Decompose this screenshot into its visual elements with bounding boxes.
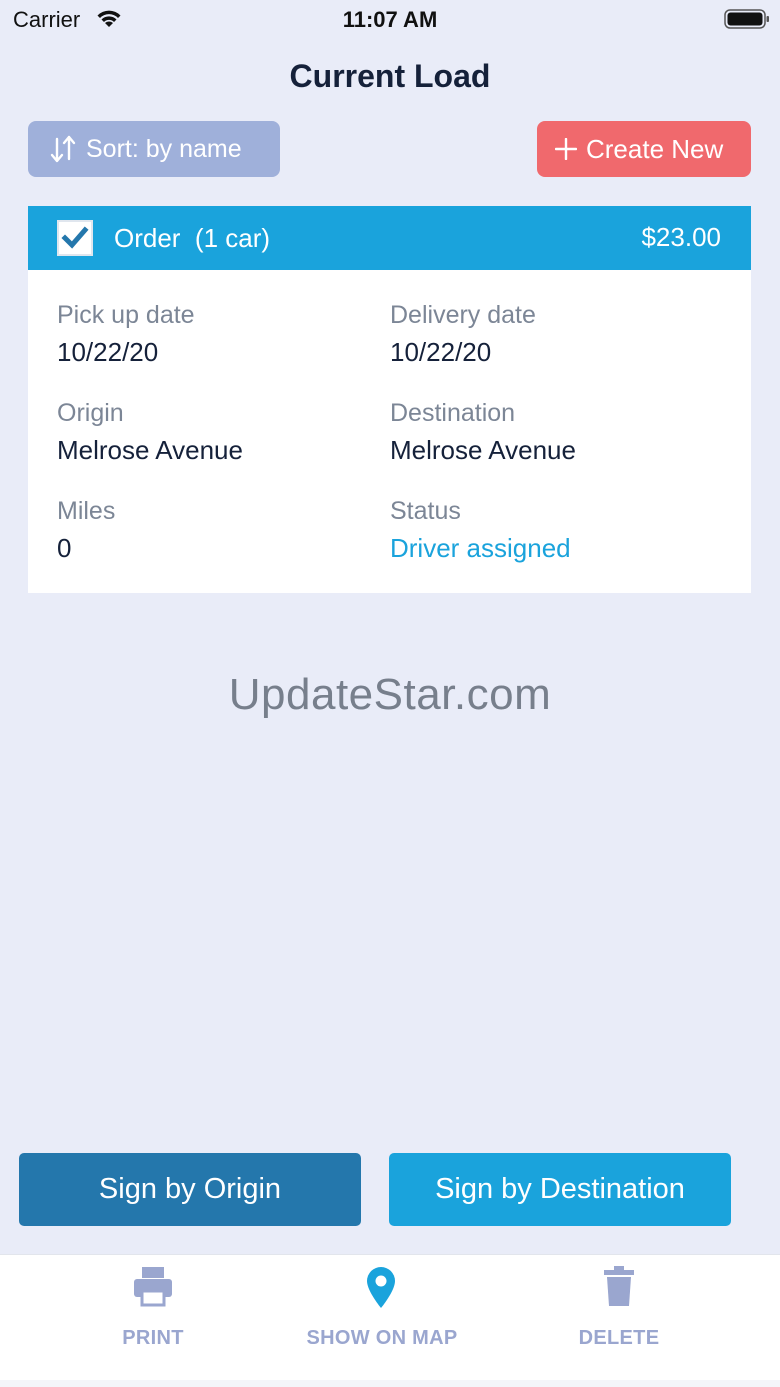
map-pin-icon: [367, 1267, 395, 1308]
clock: 11:07 AM: [342, 7, 438, 32]
pickup-date-field: Pick up date 10/22/20: [57, 300, 195, 367]
destination-value: Melrose Avenue: [390, 435, 576, 465]
home-indicator-area: [0, 1380, 780, 1387]
miles-field: Miles 0: [57, 496, 115, 563]
tab-print[interactable]: PRINT: [93, 1255, 213, 1375]
miles-label: Miles: [57, 497, 116, 525]
watermark: UpdateStar.com: [228, 670, 552, 719]
pickup-date-label: Pick up date: [57, 301, 195, 329]
order-header[interactable]: Order (1 car) $23.00: [28, 206, 751, 270]
origin-value: Melrose Avenue: [57, 435, 243, 465]
tab-delete[interactable]: DELETE: [559, 1255, 679, 1375]
status-value: Driver assigned: [390, 533, 571, 563]
trash-icon: [604, 1266, 634, 1306]
order-title: Order (1 car): [114, 223, 271, 253]
sign-by-origin-button[interactable]: Sign by Origin: [19, 1153, 361, 1226]
status-label: Status: [390, 497, 461, 525]
create-new-label: Create New: [586, 133, 724, 164]
plus-icon: [555, 138, 577, 160]
battery-icon: [724, 9, 769, 29]
destination-label: Destination: [390, 399, 516, 427]
order-card[interactable]: Order (1 car) $23.00 Pick up date 10/22/…: [28, 206, 751, 593]
origin-field: Origin Melrose Avenue: [57, 398, 243, 465]
sort-button[interactable]: Sort: by name: [28, 121, 280, 177]
sort-button-label: Sort: by name: [86, 134, 242, 163]
tab-show-on-map-label: SHOW ON MAP: [306, 1327, 458, 1349]
checkmark-icon: [61, 226, 89, 249]
bottom-tab-bar: PRINT SHOW ON MAP DELETE: [0, 1254, 780, 1387]
delivery-date-field: Delivery date 10/22/20: [390, 300, 536, 367]
order-checkbox[interactable]: [57, 220, 93, 256]
tab-print-label: PRINT: [122, 1327, 184, 1349]
sort-arrows-icon: [50, 135, 76, 163]
tab-show-on-map[interactable]: SHOW ON MAP: [297, 1255, 467, 1375]
tab-delete-label: DELETE: [578, 1327, 660, 1349]
create-new-button[interactable]: Create New: [537, 121, 751, 177]
delivery-date-value: 10/22/20: [390, 337, 492, 367]
pickup-date-value: 10/22/20: [57, 337, 159, 367]
order-price: $23.00: [641, 222, 721, 252]
status-bar: Carrier 11:07 AM: [0, 0, 780, 40]
printer-icon: [134, 1267, 172, 1307]
status-field: Status Driver assigned: [390, 496, 571, 563]
miles-value: 0: [57, 533, 72, 563]
destination-field: Destination Melrose Avenue: [390, 398, 576, 465]
delivery-date-label: Delivery date: [390, 301, 536, 329]
page-title: Current Load: [289, 58, 491, 94]
origin-label: Origin: [57, 399, 124, 427]
sign-by-destination-button[interactable]: Sign by Destination: [389, 1153, 731, 1226]
